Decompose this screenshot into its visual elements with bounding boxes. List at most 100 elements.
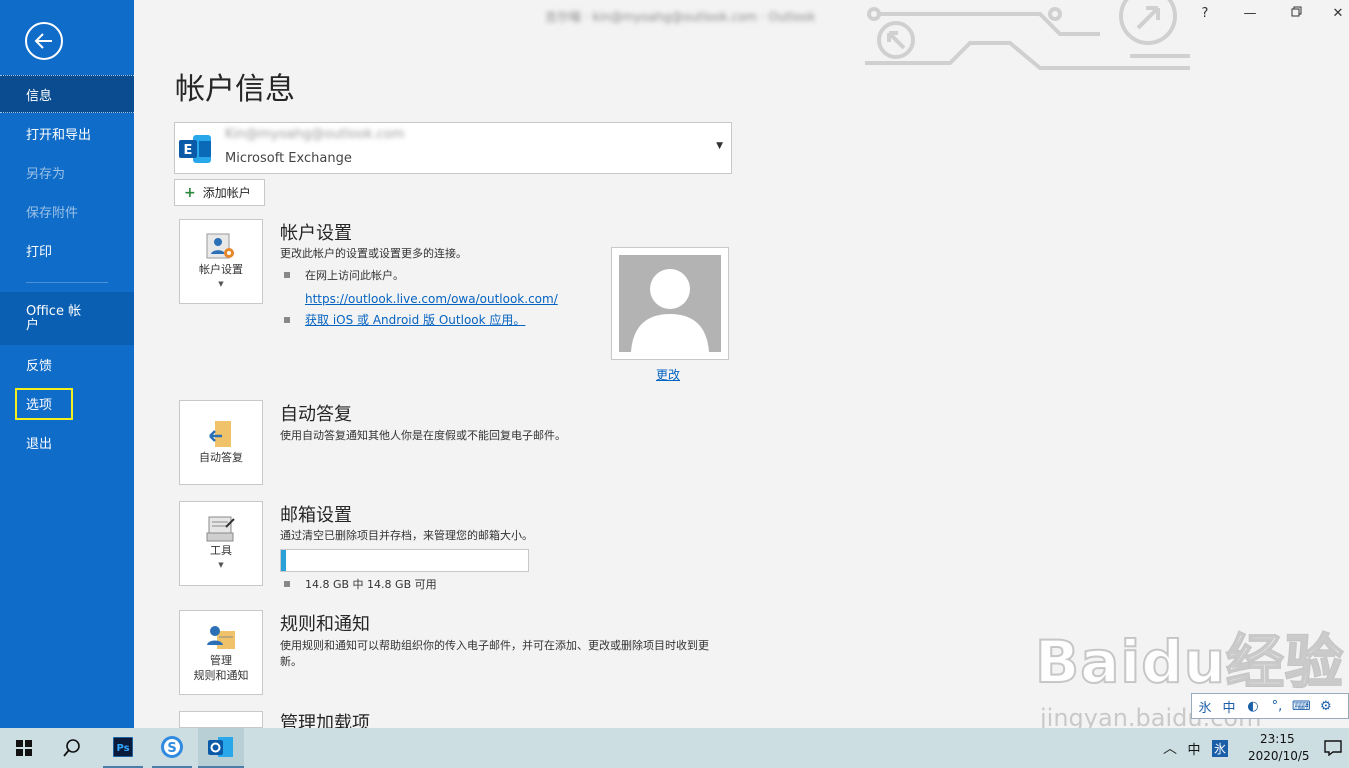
mobile-app-link[interactable]: 获取 iOS 或 Android 版 Outlook 应用。 — [305, 311, 525, 328]
person-silhouette-icon — [631, 269, 709, 352]
search-button[interactable] — [50, 728, 94, 768]
chevron-down-icon: ▼ — [716, 141, 723, 151]
svg-text:Ps: Ps — [116, 743, 129, 754]
backstage-sidebar: 信息 打开和导出 另存为 保存附件 打印 Office 帐户 反馈 选项 退出 — [0, 0, 134, 728]
taskbar-sogou[interactable]: S — [152, 728, 192, 768]
avatar — [619, 255, 721, 352]
owa-link-text: https://outlook.live.com/owa/outlook.com… — [305, 292, 558, 306]
taskbar-photoshop[interactable]: Ps — [103, 728, 143, 768]
outlook-icon — [208, 737, 233, 757]
tools-tile[interactable]: 工具 ▼ — [179, 501, 263, 586]
window-title: 吉尔喵 · kin@myoahg@outlook.com · Outlook — [545, 10, 816, 24]
addins-tile[interactable] — [179, 711, 263, 728]
svg-text:E: E — [184, 143, 193, 158]
ime-keyboard-button[interactable]: ⌨ — [1292, 699, 1311, 714]
nav-separator — [26, 282, 108, 283]
nav-open-export-label: 打开和导出 — [26, 127, 92, 143]
tools-tile-label: 工具 — [210, 543, 232, 557]
nav-office-account[interactable]: Office 帐户 — [0, 292, 134, 345]
nav-info[interactable]: 信息 — [0, 75, 134, 113]
close-button[interactable]: ✕ — [1328, 6, 1348, 21]
bullet-storage: 14.8 GB 中 14.8 GB 可用 — [284, 576, 437, 592]
tray-overflow-button[interactable]: ︿ — [1160, 728, 1180, 768]
auto-reply-tile-label: 自动答复 — [199, 451, 243, 464]
nav-feedback[interactable]: 反馈 — [0, 345, 134, 383]
tray-ime-label: 氷 — [1211, 739, 1228, 757]
mailbox-storage-bar — [280, 549, 529, 572]
start-button[interactable] — [0, 728, 48, 768]
plus-icon: + — [184, 184, 196, 201]
clock-date[interactable]: 2020/10/5 — [1248, 749, 1310, 763]
ime-toolbar: 氷 中 ◐ °, ⌨ ⚙ — [1191, 693, 1349, 719]
tools-icon — [206, 516, 235, 541]
manage-rules-tile[interactable]: 管理 规则和通知 — [179, 610, 263, 695]
ime-settings-button[interactable]: ⚙ — [1317, 699, 1335, 714]
page-title: 帐户信息 — [175, 72, 295, 107]
nav-exit-label: 退出 — [26, 436, 53, 452]
bullet-icon — [284, 272, 290, 278]
bullet-mobile-app: 获取 iOS 或 Android 版 Outlook 应用。 — [284, 311, 525, 328]
bullet-icon — [284, 316, 290, 323]
rules-icon — [207, 625, 235, 649]
auto-reply-description: 使用自动答复通知其他人你是在度假或不能回复电子邮件。 — [280, 429, 566, 442]
chevron-down-icon: ▼ — [218, 279, 224, 288]
auto-reply-tile[interactable]: 自动答复 — [179, 400, 263, 485]
clock-time[interactable]: 23:15 — [1260, 732, 1295, 746]
nav-save-attachments[interactable]: 保存附件 — [0, 192, 134, 230]
tray-ime-button[interactable]: 氷 — [1210, 728, 1230, 768]
account-dropdown[interactable]: E Kin@myoahg@outlook.com Microsoft Excha… — [174, 122, 732, 174]
rules-description: 使用规则和通知可以帮助组织你的传入电子邮件，并可在添加、更改或删除项目时收到更新… — [280, 639, 709, 668]
nav-save-as[interactable]: 另存为 — [0, 153, 134, 191]
nav-exit[interactable]: 退出 — [0, 423, 134, 461]
nav-office-account-label: Office 帐户 — [26, 303, 82, 333]
nav-print[interactable]: 打印 — [0, 231, 134, 269]
nav-save-attachments-label: 保存附件 — [26, 205, 79, 221]
chevron-up-icon: ︿ — [1163, 741, 1177, 757]
change-photo-link[interactable]: 更改 — [656, 364, 680, 383]
sogou-icon: S — [161, 736, 183, 758]
nav-open-export[interactable]: 打开和导出 — [0, 114, 134, 152]
windows-logo-icon — [16, 740, 32, 756]
add-account-label: 添加帐户 — [202, 186, 251, 200]
minimize-button[interactable]: — — [1240, 6, 1260, 21]
mailbox-storage-fill — [281, 550, 286, 571]
exchange-icon: E — [179, 135, 211, 163]
back-button[interactable] — [25, 22, 63, 60]
ime-halfwidth-button[interactable]: ◐ — [1244, 699, 1262, 714]
addins-title: 管理加载项 — [280, 713, 370, 728]
owa-link[interactable]: https://outlook.live.com/owa/outlook.com… — [305, 288, 558, 307]
help-button[interactable]: ? — [1195, 6, 1215, 21]
options-highlight-box — [15, 388, 73, 420]
add-account-button[interactable]: + 添加帐户 — [174, 179, 265, 206]
profile-photo — [611, 247, 729, 360]
manage-rules-tile-label-1: 管理 — [210, 653, 232, 667]
taskbar-outlook[interactable] — [198, 728, 244, 768]
search-icon — [63, 739, 80, 757]
baidu-watermark: Baidu经验 — [1034, 627, 1345, 697]
account-type: Microsoft Exchange — [225, 151, 352, 166]
tray-language-button[interactable]: 中 — [1184, 728, 1204, 768]
nav-print-label: 打印 — [26, 244, 53, 260]
nav-feedback-label: 反馈 — [26, 358, 53, 374]
ime-mode-button[interactable]: 氷 — [1196, 697, 1214, 716]
restore-button[interactable] — [1286, 6, 1306, 21]
account-settings-title: 帐户设置 — [280, 223, 352, 244]
chevron-down-icon: ▼ — [218, 560, 224, 569]
rules-title: 规则和通知 — [280, 614, 370, 635]
taskbar: Ps S ︿ 中 氷 23:15 2020/10/5 — [0, 728, 1349, 768]
photoshop-icon: Ps — [113, 737, 133, 757]
web-access-text: 在网上访问此帐户。 — [305, 269, 404, 282]
action-center-button[interactable] — [1318, 728, 1348, 768]
back-arrow-icon — [34, 33, 52, 49]
account-email: Kin@myoahg@outlook.com — [225, 127, 405, 142]
mailbox-settings-title: 邮箱设置 — [280, 505, 352, 526]
notification-icon — [1324, 740, 1342, 756]
account-settings-tile[interactable]: 帐户设置 ▼ — [179, 219, 263, 304]
circuit-decoration-icon — [865, 0, 1190, 70]
account-settings-icon — [206, 233, 234, 258]
manage-rules-tile-label-2: 规则和通知 — [193, 668, 249, 682]
bullet-icon — [284, 581, 290, 587]
auto-reply-icon — [209, 421, 231, 447]
ime-punct-button[interactable]: °, — [1268, 699, 1286, 714]
ime-lang-button[interactable]: 中 — [1220, 697, 1238, 716]
